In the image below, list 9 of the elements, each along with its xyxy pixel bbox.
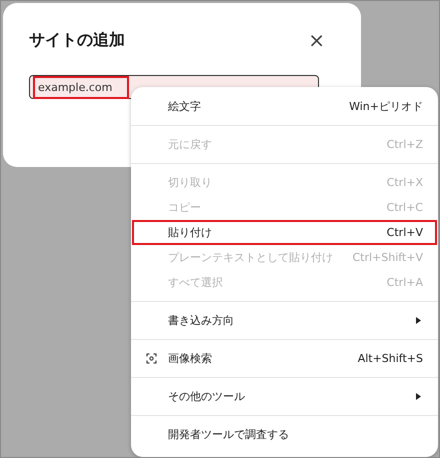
menu-item[interactable]: その他のツール (132, 384, 437, 409)
menu-item[interactable]: 書き込み方向 (132, 308, 437, 333)
menu-item[interactable]: 絵文字 Win+ピリオド (132, 94, 437, 119)
dialog-title: サイトの追加 (29, 30, 125, 50)
menu-item[interactable]: 画像検索 Alt+Shift+S (132, 346, 437, 371)
menu-item[interactable]: 貼り付け Ctrl+V (132, 220, 437, 245)
input-value: example.com (33, 76, 129, 98)
close-button[interactable]: × (308, 30, 335, 50)
menu-item[interactable]: 開発者ツールで調査する (132, 422, 437, 447)
